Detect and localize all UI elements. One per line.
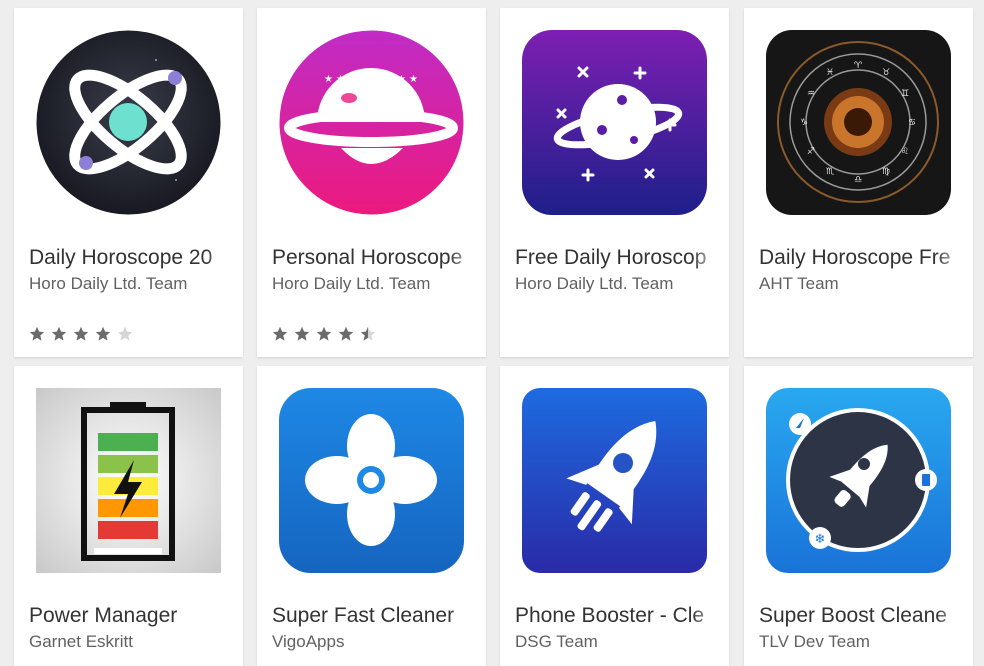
planet-stars-icon xyxy=(522,30,707,215)
star-empty-icon xyxy=(117,326,133,341)
app-card[interactable]: Daily Horoscope 20 Horo Daily Ltd. Team xyxy=(14,8,243,357)
app-developer[interactable]: Horo Daily Ltd. Team xyxy=(515,274,723,294)
app-developer[interactable]: Garnet Eskritt xyxy=(29,632,237,652)
star-filled-icon xyxy=(294,326,310,341)
zodiac-wheel-icon: ♈ ♉ ♊ ♋ ♌ ♍ ♎ ♏ ♐ ♑ ♒ ♓ xyxy=(766,30,951,215)
svg-text:♏: ♏ xyxy=(826,167,834,177)
star-filled-icon xyxy=(338,326,354,341)
star-filled-icon xyxy=(95,326,111,341)
star-filled-icon xyxy=(73,326,89,341)
svg-text:♎: ♎ xyxy=(854,175,862,185)
app-card[interactable]: ♈ ♉ ♊ ♋ ♌ ♍ ♎ ♏ ♐ ♑ ♒ ♓ Daily Horoscope Fre AHT … xyxy=(744,8,973,357)
app-card[interactable]: ❄ Super Boost Cleane TLV Dev Team xyxy=(744,366,973,666)
app-developer[interactable]: DSG Team xyxy=(515,632,723,652)
star-filled-icon xyxy=(51,326,67,341)
svg-text:❄: ❄ xyxy=(815,532,826,547)
svg-text:♊: ♊ xyxy=(901,89,909,99)
star-filled-icon xyxy=(316,326,332,341)
app-title[interactable]: Super Boost Cleane xyxy=(759,604,967,628)
star-filled-icon xyxy=(272,326,288,341)
atom-orbit-icon xyxy=(36,30,221,215)
app-title[interactable]: Power Manager xyxy=(29,604,237,628)
fan-icon xyxy=(279,388,464,573)
star-filled-icon xyxy=(29,326,45,341)
svg-text:♒: ♒ xyxy=(807,89,815,99)
star-rating xyxy=(29,326,139,342)
svg-text:♈: ♈ xyxy=(854,61,863,71)
app-card[interactable]: Phone Booster - Cle DSG Team xyxy=(500,366,729,666)
svg-text:♐: ♐ xyxy=(807,147,815,157)
battery-bolt-icon xyxy=(36,388,221,573)
app-title[interactable]: Super Fast Cleaner xyxy=(272,604,480,628)
app-title[interactable]: Phone Booster - Cle xyxy=(515,604,723,628)
app-developer[interactable]: Horo Daily Ltd. Team xyxy=(272,274,480,294)
app-developer[interactable]: VigoApps xyxy=(272,632,480,652)
svg-text:♉: ♉ xyxy=(882,68,890,78)
svg-text:♓: ♓ xyxy=(826,68,834,78)
star-rating-svg xyxy=(272,326,376,341)
svg-text:♋: ♋ xyxy=(908,118,916,128)
app-card[interactable]: ★ ★ ★ ★ ★ ★ ★ ★ Personal Horoscope Horo … xyxy=(257,8,486,357)
svg-text:♑: ♑ xyxy=(800,118,808,128)
app-card[interactable]: Power Manager Garnet Eskritt xyxy=(14,366,243,666)
star-half-icon xyxy=(360,326,376,341)
svg-text:♌: ♌ xyxy=(901,147,909,157)
rocket-icon xyxy=(522,388,707,573)
svg-text:♍: ♍ xyxy=(882,167,890,177)
app-title[interactable]: Personal Horoscope xyxy=(272,246,480,270)
app-developer[interactable]: Horo Daily Ltd. Team xyxy=(29,274,237,294)
app-card[interactable]: Super Fast Cleaner VigoApps xyxy=(257,366,486,666)
app-developer[interactable]: TLV Dev Team xyxy=(759,632,967,652)
app-title[interactable]: Daily Horoscope 20 xyxy=(29,246,237,270)
star-rating xyxy=(272,326,382,342)
rocket-orbit-icon: ❄ xyxy=(766,388,951,573)
app-card[interactable]: Free Daily Horoscop Horo Daily Ltd. Team xyxy=(500,8,729,357)
star-rating-svg xyxy=(29,326,133,341)
app-grid: Daily Horoscope 20 Horo Daily Ltd. Team … xyxy=(0,0,984,666)
app-title[interactable]: Daily Horoscope Fre xyxy=(759,246,967,270)
app-developer[interactable]: AHT Team xyxy=(759,274,967,294)
ringed-planet-icon: ★ ★ ★ ★ ★ ★ ★ ★ xyxy=(279,30,464,215)
app-title[interactable]: Free Daily Horoscop xyxy=(515,246,723,270)
